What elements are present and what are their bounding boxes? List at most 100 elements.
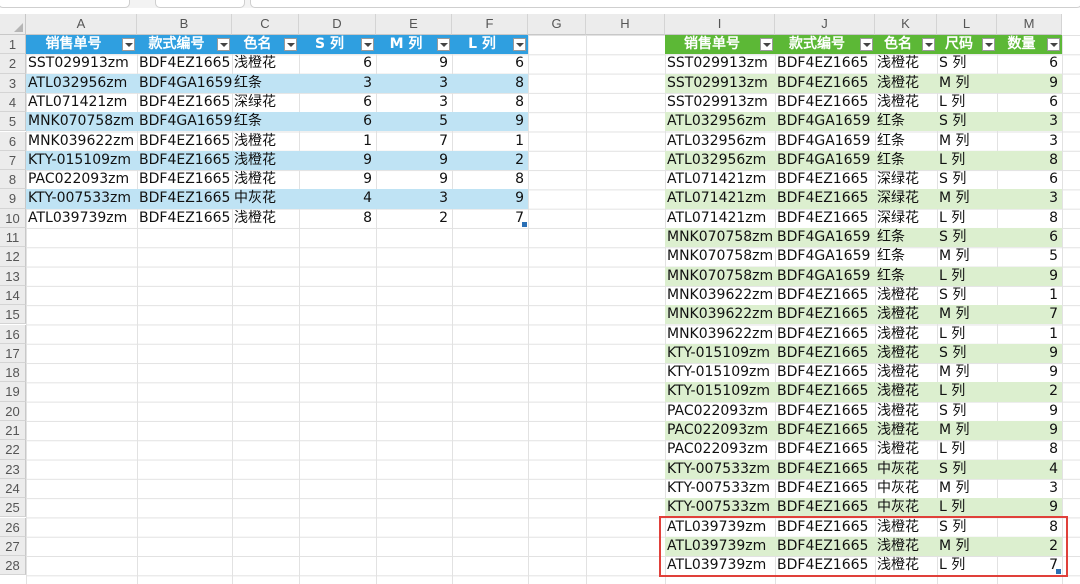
row-header-11[interactable]: 11 bbox=[0, 228, 26, 248]
right_table-cell[interactable]: BDF4EZ1665 bbox=[775, 363, 875, 382]
right_table-cell[interactable]: 9 bbox=[997, 363, 1062, 382]
row-header-8[interactable]: 8 bbox=[0, 170, 26, 190]
left_table-cell[interactable]: 5 bbox=[376, 112, 452, 131]
right_table-cell[interactable]: BDF4EZ1665 bbox=[775, 209, 875, 228]
right_table-cell[interactable]: BDF4EZ1665 bbox=[775, 325, 875, 344]
right_table-cell[interactable]: 深绿花 bbox=[875, 189, 937, 208]
column-header-h[interactable]: H bbox=[586, 14, 665, 35]
right_table-cell[interactable]: KTY-015109zm bbox=[665, 382, 775, 401]
right_table-cell[interactable]: BDF4EZ1665 bbox=[775, 170, 875, 189]
filter-dropdown-icon[interactable] bbox=[922, 38, 935, 51]
left_table-cell[interactable]: MNK070758zm bbox=[26, 112, 137, 131]
right_table-cell[interactable]: 8 bbox=[997, 440, 1062, 459]
right_table-cell[interactable]: L 列 bbox=[937, 93, 997, 112]
right_table-cell[interactable]: KTY-007533zm bbox=[665, 479, 775, 498]
right_table-cell[interactable]: M 列 bbox=[937, 247, 997, 266]
left_table-cell[interactable]: BDF4EZ1665 bbox=[137, 189, 232, 208]
left_table-cell[interactable]: 1 bbox=[299, 132, 376, 151]
row-header-18[interactable]: 18 bbox=[0, 363, 26, 383]
right_table-cell[interactable]: KTY-007533zm bbox=[665, 498, 775, 517]
select-all-corner[interactable] bbox=[0, 14, 26, 35]
left_table-cell[interactable]: 3 bbox=[299, 74, 376, 93]
right_table-cell[interactable]: 2 bbox=[997, 382, 1062, 401]
left_table-cell[interactable]: BDF4GA1659 bbox=[137, 112, 232, 131]
left_table-cell[interactable]: 9 bbox=[299, 170, 376, 189]
column-header-a[interactable]: A bbox=[26, 14, 137, 35]
left_table-cell[interactable]: 1 bbox=[452, 132, 528, 151]
filter-dropdown-icon[interactable] bbox=[760, 38, 773, 51]
row-header-5[interactable]: 5 bbox=[0, 112, 26, 132]
left_table-cell[interactable]: BDF4EZ1665 bbox=[137, 209, 232, 228]
left_table-cell[interactable]: 6 bbox=[299, 54, 376, 73]
row-header-12[interactable]: 12 bbox=[0, 247, 26, 267]
right_table-cell[interactable]: PAC022093zm bbox=[665, 440, 775, 459]
right_table-cell[interactable]: BDF4GA1659 bbox=[775, 151, 875, 170]
left_table-cell[interactable]: BDF4EZ1665 bbox=[137, 170, 232, 189]
row-header-10[interactable]: 10 bbox=[0, 208, 26, 228]
left_table-cell[interactable]: BDF4EZ1665 bbox=[137, 151, 232, 170]
row-header-22[interactable]: 22 bbox=[0, 440, 26, 460]
row-header-2[interactable]: 2 bbox=[0, 54, 26, 74]
row-header-7[interactable]: 7 bbox=[0, 150, 26, 171]
right_table-cell[interactable]: MNK070758zm bbox=[665, 228, 775, 247]
left_table-cell[interactable]: 9 bbox=[376, 170, 452, 189]
left_table-cell[interactable]: 8 bbox=[299, 209, 376, 228]
table-resize-handle[interactable] bbox=[522, 222, 527, 227]
right_table-cell[interactable]: 浅橙花 bbox=[875, 286, 937, 305]
filter-dropdown-icon[interactable] bbox=[982, 38, 995, 51]
right_table-cell[interactable]: 红条 bbox=[875, 247, 937, 266]
right_table-cell[interactable]: 6 bbox=[997, 228, 1062, 247]
right_table-cell[interactable]: ATL071421zm bbox=[665, 209, 775, 228]
left_table-cell[interactable]: 4 bbox=[299, 189, 376, 208]
left_table-cell[interactable]: 7 bbox=[376, 132, 452, 151]
right_table-cell[interactable]: BDF4EZ1665 bbox=[775, 286, 875, 305]
row-header-3[interactable]: 3 bbox=[0, 73, 26, 93]
left_table-cell[interactable]: 6 bbox=[299, 112, 376, 131]
right_table-cell[interactable]: BDF4EZ1665 bbox=[775, 479, 875, 498]
right_table-cell[interactable]: SST029913zm bbox=[665, 93, 775, 112]
row-header-15[interactable]: 15 bbox=[0, 305, 26, 325]
column-header-j[interactable]: J bbox=[775, 14, 875, 35]
right_table-cell[interactable]: M 列 bbox=[937, 189, 997, 208]
right_table-cell[interactable]: BDF4GA1659 bbox=[775, 267, 875, 286]
filter-dropdown-icon[interactable] bbox=[860, 38, 873, 51]
right_table-cell[interactable]: PAC022093zm bbox=[665, 421, 775, 440]
right_table-cell[interactable]: 6 bbox=[997, 170, 1062, 189]
right_table-cell[interactable]: 深绿花 bbox=[875, 209, 937, 228]
right_table-cell[interactable]: 9 bbox=[997, 344, 1062, 363]
right_table-cell[interactable]: MNK039622zm bbox=[665, 286, 775, 305]
right_table-cell[interactable]: S 列 bbox=[937, 460, 997, 479]
left_table-cell[interactable]: 9 bbox=[376, 54, 452, 73]
right_table-cell[interactable]: BDF4EZ1665 bbox=[775, 382, 875, 401]
column-header-g[interactable]: G bbox=[528, 14, 586, 35]
right_table-cell[interactable]: 浅橙花 bbox=[875, 344, 937, 363]
left_table-cell[interactable]: 浅橙花 bbox=[232, 132, 299, 151]
filter-dropdown-icon[interactable] bbox=[437, 38, 450, 51]
right_table-cell[interactable]: 浅橙花 bbox=[875, 382, 937, 401]
right_table-cell[interactable]: 9 bbox=[997, 421, 1062, 440]
right_table-cell[interactable]: L 列 bbox=[937, 267, 997, 286]
right_table-cell[interactable]: 9 bbox=[997, 267, 1062, 286]
right_table-cell[interactable]: BDF4GA1659 bbox=[775, 228, 875, 247]
right_table-cell[interactable]: 3 bbox=[997, 112, 1062, 131]
column-header-f[interactable]: F bbox=[452, 14, 528, 35]
left_table-cell[interactable]: 3 bbox=[376, 189, 452, 208]
right_table-cell[interactable]: S 列 bbox=[937, 286, 997, 305]
right_table-cell[interactable]: PAC022093zm bbox=[665, 402, 775, 421]
row-header-17[interactable]: 17 bbox=[0, 343, 26, 364]
right_table-cell[interactable]: 1 bbox=[997, 286, 1062, 305]
left_table-cell[interactable]: 红条 bbox=[232, 112, 299, 131]
right_table-cell[interactable]: 中灰花 bbox=[875, 479, 937, 498]
right_table-cell[interactable]: 1 bbox=[997, 325, 1062, 344]
right_table-cell[interactable]: 红条 bbox=[875, 132, 937, 151]
left_table-cell[interactable]: 8 bbox=[452, 74, 528, 93]
right_table-cell[interactable]: 9 bbox=[997, 74, 1062, 93]
right_table-cell[interactable]: S 列 bbox=[937, 112, 997, 131]
row-header-25[interactable]: 25 bbox=[0, 498, 26, 518]
right_table-cell[interactable]: 浅橙花 bbox=[875, 325, 937, 344]
name-box-edge[interactable] bbox=[0, 0, 130, 8]
right_table-cell[interactable]: 8 bbox=[997, 151, 1062, 170]
row-header-9[interactable]: 9 bbox=[0, 189, 26, 209]
left_table-cell[interactable]: 3 bbox=[376, 74, 452, 93]
right_table-cell[interactable]: 3 bbox=[997, 479, 1062, 498]
